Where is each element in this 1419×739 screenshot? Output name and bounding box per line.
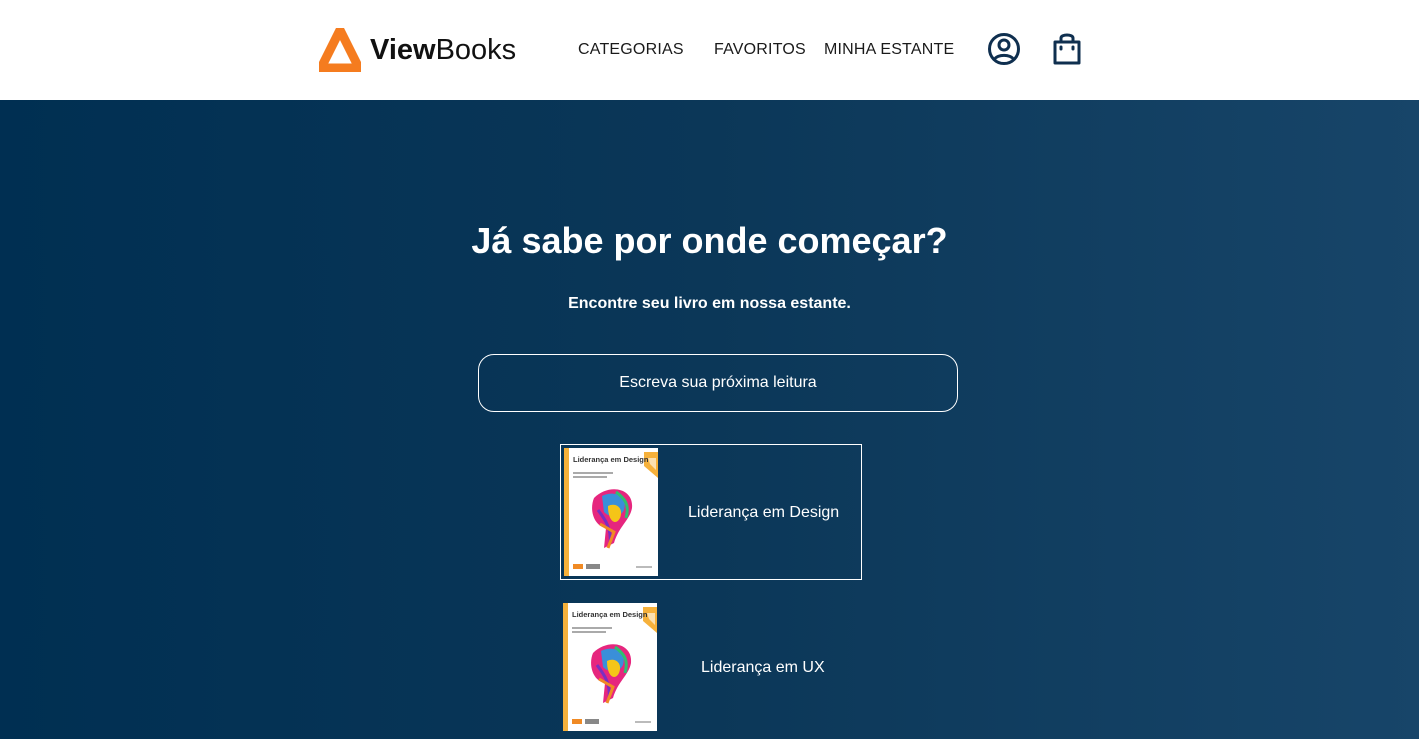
search-input[interactable] <box>478 354 958 412</box>
hero-title: Já sabe por onde começar? <box>471 220 948 261</box>
result-title: Liderança em UX <box>701 659 825 676</box>
search-result-item[interactable]: Liderança em Design Liderança em Design <box>560 444 862 580</box>
nav-minha-estante[interactable]: MINHA ESTANTE <box>824 41 954 59</box>
nav-favoritos[interactable]: FAVORITOS <box>714 41 806 59</box>
book-cover-image: Liderança em Design <box>564 448 658 576</box>
cover-title: Liderança em Design <box>573 455 649 464</box>
nav-categorias[interactable]: CATEGORIAS <box>578 41 684 59</box>
logo-triangle-icon <box>319 28 361 72</box>
shopping-bag-icon[interactable] <box>1049 30 1085 68</box>
brand-name-bold: View <box>370 34 436 66</box>
brand-name: ViewBooks <box>370 28 516 72</box>
profile-icon[interactable] <box>986 30 1022 68</box>
hero-section: Já sabe por onde começar? Encontre seu l… <box>0 100 1419 739</box>
book-cover-image: Liderança em Design <box>563 603 657 731</box>
brand-name-regular: Books <box>435 34 517 66</box>
hero-subtitle: Encontre seu livro em nossa estante. <box>568 295 851 312</box>
site-header: ViewBooks CATEGORIAS FAVORITOS MINHA EST… <box>0 0 1419 100</box>
result-title: Liderança em Design <box>688 504 840 521</box>
search-result-item[interactable]: Liderança em Design Liderança em UX <box>560 600 862 736</box>
cover-title: Liderança em Design <box>572 610 648 619</box>
brand-logo[interactable]: ViewBooks <box>319 28 516 72</box>
